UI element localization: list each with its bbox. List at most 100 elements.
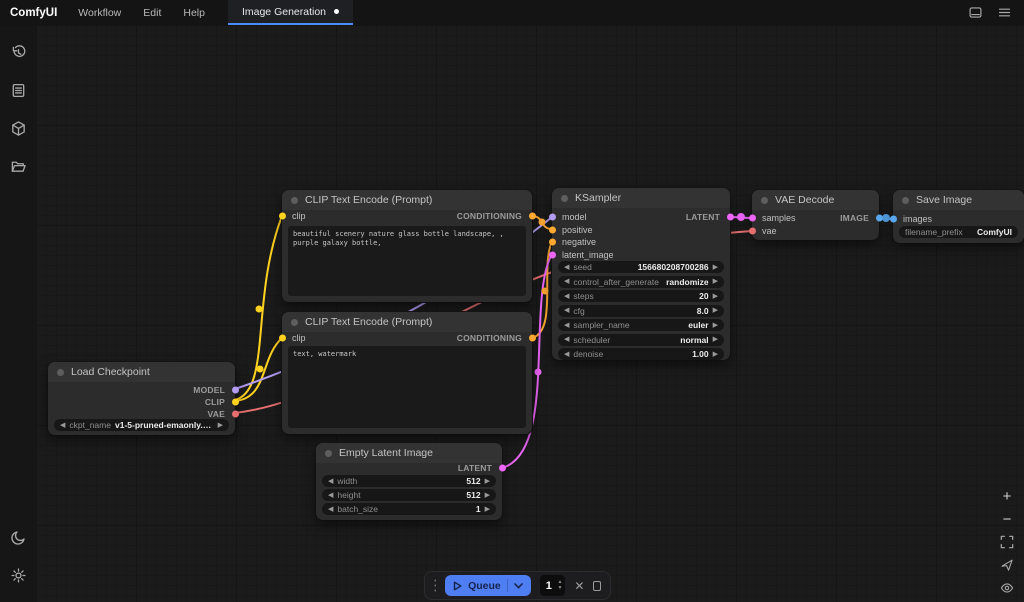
node-title-bar[interactable]: CLIP Text Encode (Prompt) [282,312,532,332]
widget-sampler-name[interactable]: ◀ sampler_name euler ▶ [558,319,724,331]
collapse-dot-icon[interactable] [57,369,64,376]
collapse-dot-icon[interactable] [761,197,768,204]
node-title-bar[interactable]: VAE Decode [752,190,879,210]
decrement-arrow-icon[interactable]: ◀ [564,264,569,271]
widget-name: scheduler [573,335,610,345]
zoom-out-button[interactable]: − [998,511,1016,527]
count-steppers[interactable]: ▲ ▼ [557,580,562,591]
widget-name: height [337,490,360,500]
menu-workflow[interactable]: Workflow [67,0,132,25]
decrement-arrow-icon[interactable]: ◀ [564,336,569,343]
increment-arrow-icon[interactable]: ▶ [713,336,718,343]
prompt-textarea[interactable]: beautiful scenery nature glass bottle la… [288,226,526,296]
menu-edit[interactable]: Edit [132,0,172,25]
node-ksampler[interactable]: KSampler model LATENT positive negative … [552,188,730,360]
widget-steps[interactable]: ◀ steps 20 ▶ [558,290,724,302]
node-title-bar[interactable]: Empty Latent Image [316,443,502,463]
port-vae-input[interactable] [749,228,756,235]
pointer-mode-icon[interactable] [998,557,1016,573]
hamburger-menu-icon[interactable] [997,5,1012,20]
clear-queue-icon[interactable]: ✕ [574,579,584,593]
widget-name: seed [573,262,591,272]
workflow-tab[interactable]: Image Generation [228,0,353,25]
decrement-arrow-icon[interactable]: ◀ [564,278,569,285]
increment-arrow-icon[interactable]: ▶ [713,278,718,285]
port-conditioning-output[interactable] [529,213,536,220]
collapse-dot-icon[interactable] [561,195,568,202]
prompt-textarea[interactable]: text, watermark [288,346,526,428]
node-title-bar[interactable]: Load Checkpoint [48,362,235,382]
stop-icon[interactable] [593,581,601,591]
node-save-image[interactable]: Save Image images filename_prefix ComfyU… [893,190,1024,243]
zoom-in-button[interactable]: + [998,488,1016,504]
increment-arrow-icon[interactable]: ▶ [713,264,718,271]
drag-handle[interactable] [434,578,436,593]
bottom-panel-icon[interactable] [968,5,983,20]
batch-count-input[interactable]: 1 ▲ ▼ [540,575,566,596]
increment-arrow-icon[interactable]: ▶ [713,307,718,314]
node-title-bar[interactable]: Save Image [893,190,1024,210]
port-image-output[interactable] [876,215,883,222]
increment-arrow-icon[interactable]: ▶ [485,478,490,485]
widget-height[interactable]: ◀ height 512 ▶ [322,489,496,501]
decrement-arrow-icon[interactable]: ◀ [60,422,65,429]
port-conditioning-output[interactable] [529,335,536,342]
menu-help[interactable]: Help [172,0,216,25]
node-clip-text-encode-negative[interactable]: CLIP Text Encode (Prompt) clip CONDITION… [282,312,532,434]
step-down-icon[interactable]: ▼ [557,586,562,591]
port-model-output[interactable] [232,387,239,394]
widget-scheduler[interactable]: ◀ scheduler normal ▶ [558,334,724,346]
workflows-folder-icon[interactable] [0,147,36,185]
port-latent-output[interactable] [727,214,734,221]
node-title-bar[interactable]: CLIP Text Encode (Prompt) [282,190,532,210]
port-images-input[interactable] [890,216,897,223]
fit-view-button[interactable] [998,534,1016,550]
decrement-arrow-icon[interactable]: ◀ [328,506,333,513]
widget-seed[interactable]: ◀ seed 156680208700286 ▶ [558,261,724,273]
port-latent-image-input[interactable] [549,251,556,258]
collapse-dot-icon[interactable] [902,197,909,204]
model-library-icon[interactable] [0,109,36,147]
node-clip-text-encode-positive[interactable]: CLIP Text Encode (Prompt) clip CONDITION… [282,190,532,302]
collapse-dot-icon[interactable] [291,319,298,326]
queue-history-icon[interactable] [0,33,36,71]
port-positive-input[interactable] [549,226,556,233]
widget-denoise[interactable]: ◀ denoise 1.00 ▶ [558,348,724,360]
decrement-arrow-icon[interactable]: ◀ [564,322,569,329]
port-latent-output[interactable] [499,465,506,472]
theme-toggle-moon-icon[interactable] [0,518,36,556]
increment-arrow-icon[interactable]: ▶ [713,351,718,358]
increment-arrow-icon[interactable]: ▶ [485,506,490,513]
increment-arrow-icon[interactable]: ▶ [218,422,223,429]
widget-batch-size[interactable]: ◀ batch_size 1 ▶ [322,503,496,515]
node-title-bar[interactable]: KSampler [552,188,730,208]
widget-cfg[interactable]: ◀ cfg 8.0 ▶ [558,305,724,317]
port-label-latent-image: latent_image [562,250,614,260]
decrement-arrow-icon[interactable]: ◀ [328,492,333,499]
port-negative-input[interactable] [549,239,556,246]
queue-button[interactable]: Queue [445,575,531,596]
node-library-icon[interactable] [0,71,36,109]
decrement-arrow-icon[interactable]: ◀ [564,307,569,314]
chevron-down-icon[interactable] [514,583,523,589]
collapse-dot-icon[interactable] [325,450,332,457]
widget-name: ckpt_name [69,420,111,430]
settings-gear-icon[interactable] [0,556,36,594]
widget-control-after-generate[interactable]: ◀ control_after_generate randomize ▶ [558,276,724,288]
node-load-checkpoint[interactable]: Load Checkpoint MODEL CLIP VAE ◀ ckpt_na… [48,362,235,435]
widget-filename-prefix[interactable]: filename_prefix ComfyUI [899,226,1018,238]
increment-arrow-icon[interactable]: ▶ [485,492,490,499]
decrement-arrow-icon[interactable]: ◀ [564,351,569,358]
widget-ckpt-name[interactable]: ◀ ckpt_name v1-5-pruned-emaonly.safete..… [54,419,229,431]
decrement-arrow-icon[interactable]: ◀ [564,293,569,300]
toggle-visibility-eye-icon[interactable] [998,580,1016,596]
node-empty-latent-image[interactable]: Empty Latent Image LATENT ◀ width 512 ▶ … [316,443,502,520]
node-vae-decode[interactable]: VAE Decode samples IMAGE vae [752,190,879,240]
port-clip-output[interactable] [232,399,239,406]
decrement-arrow-icon[interactable]: ◀ [328,478,333,485]
widget-width[interactable]: ◀ width 512 ▶ [322,475,496,487]
collapse-dot-icon[interactable] [291,197,298,204]
increment-arrow-icon[interactable]: ▶ [713,322,718,329]
port-vae-output[interactable] [232,411,239,418]
increment-arrow-icon[interactable]: ▶ [713,293,718,300]
